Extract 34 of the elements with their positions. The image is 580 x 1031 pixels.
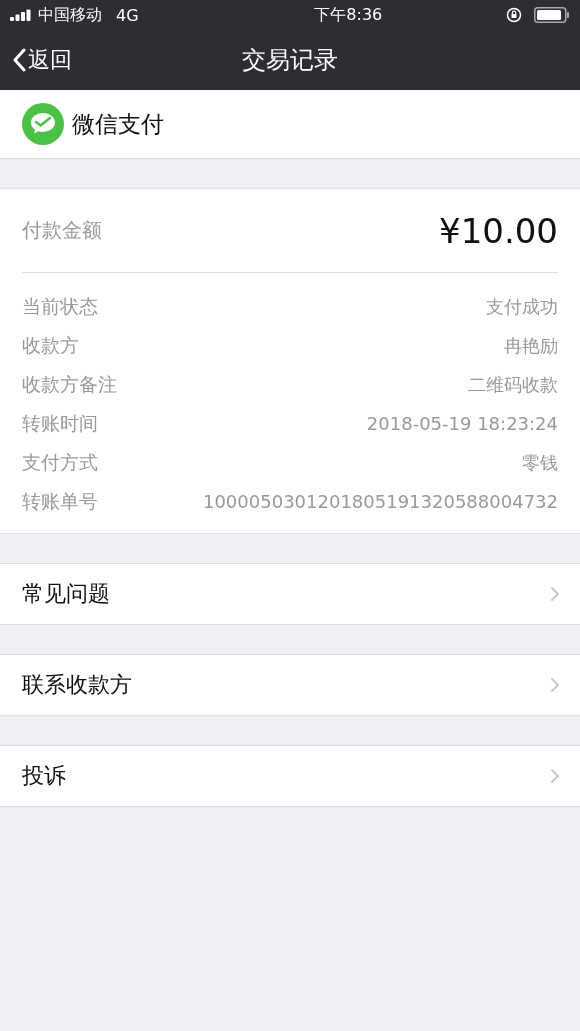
menu-item[interactable]: 联系收款方 <box>0 654 580 716</box>
chevron-right-icon <box>550 586 560 602</box>
back-button[interactable]: 返回 <box>12 45 72 75</box>
detail-value: 1000050301201805191320588004732 <box>202 491 558 512</box>
page-title: 交易记录 <box>242 45 338 76</box>
amount-value: ¥10.00 <box>439 210 558 251</box>
detail-value: 支付成功 <box>486 294 558 319</box>
detail-value: 零钱 <box>522 450 558 475</box>
menu-label: 常见问题 <box>22 580 110 608</box>
menu-item[interactable]: 常见问题 <box>0 563 580 625</box>
detail-label: 收款方 <box>22 332 79 358</box>
menu-label: 联系收款方 <box>22 671 132 699</box>
detail-value: 冉艳励 <box>504 333 558 358</box>
detail-value: 二维码收款 <box>468 372 558 397</box>
chevron-left-icon <box>12 48 26 72</box>
menu-label: 投诉 <box>22 762 66 790</box>
detail-label: 转账单号 <box>22 488 98 514</box>
detail-label: 支付方式 <box>22 449 98 475</box>
merchant-name: 微信支付 <box>72 109 164 139</box>
chevron-right-icon <box>550 768 560 784</box>
chevron-right-icon <box>550 677 560 693</box>
network-type: 4G <box>116 5 139 25</box>
menu-item[interactable]: 投诉 <box>0 745 580 807</box>
detail-label: 当前状态 <box>22 293 98 319</box>
rotation-lock-icon <box>506 7 522 23</box>
amount-label: 付款金额 <box>22 217 102 244</box>
battery-icon <box>534 7 570 23</box>
detail-label: 转账时间 <box>22 410 98 436</box>
wechat-pay-logo-icon <box>22 103 64 145</box>
detail-value: 2018-05-19 18:23:24 <box>366 413 558 434</box>
carrier-name: 中国移动 <box>38 4 102 26</box>
detail-label: 收款方备注 <box>22 371 117 397</box>
signal-icon <box>10 9 32 21</box>
status-time: 下午8:36 <box>314 4 383 26</box>
